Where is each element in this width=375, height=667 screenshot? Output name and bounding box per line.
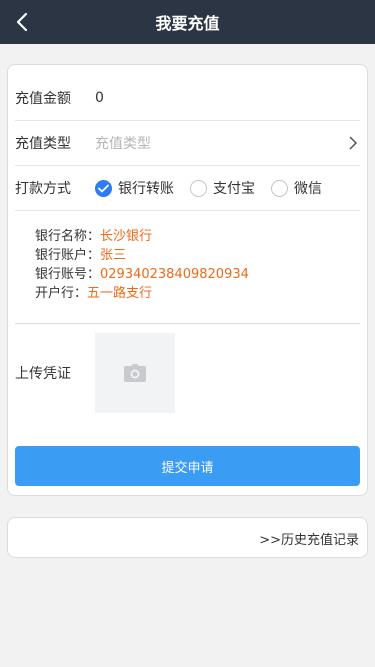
payment-option-label: 微信 bbox=[294, 181, 322, 197]
radio-checked[interactable] bbox=[95, 179, 112, 197]
top-navbar: 我要充值 bbox=[0, 0, 375, 44]
bank-account-number-value: 029340238409820934 bbox=[100, 267, 249, 282]
back-arrow-icon bbox=[16, 12, 28, 32]
recharge-type-label: 充值类型 bbox=[15, 136, 71, 152]
payment-option-wechat[interactable]: 微信 bbox=[271, 178, 322, 198]
divider bbox=[15, 323, 360, 324]
radio-unchecked[interactable] bbox=[190, 179, 207, 197]
bank-branch-label: 开户行： bbox=[35, 286, 88, 301]
camera-icon bbox=[124, 364, 146, 382]
bank-account-name-label: 银行账户： bbox=[35, 248, 101, 263]
upload-voucher-button[interactable] bbox=[95, 333, 175, 413]
page-title: 我要充值 bbox=[155, 14, 220, 33]
chevron-right-icon bbox=[349, 136, 358, 150]
payment-option-label: 银行转账 bbox=[118, 181, 174, 197]
recharge-type-row[interactable]: 充值类型 充值类型 bbox=[15, 121, 360, 166]
bank-account-name-value: 张三 bbox=[100, 248, 127, 263]
bank-branch-value: 五一路支行 bbox=[87, 286, 153, 301]
upload-label: 上传凭证 bbox=[15, 366, 71, 382]
bank-info: 银行名称：长沙银行 银行账户：张三 银行账号：02934023840982093… bbox=[35, 227, 249, 303]
bank-branch-line: 开户行：五一路支行 bbox=[35, 284, 249, 303]
payment-option-label: 支付宝 bbox=[213, 181, 255, 197]
bank-name-label: 银行名称： bbox=[35, 229, 101, 244]
payment-option-alipay[interactable]: 支付宝 bbox=[190, 178, 255, 198]
bank-account-name-line: 银行账户：张三 bbox=[35, 246, 249, 265]
recharge-history-link[interactable]: >>历史充值记录 bbox=[259, 529, 359, 548]
bank-name-line: 银行名称：长沙银行 bbox=[35, 227, 249, 246]
recharge-type-select[interactable]: 充值类型 bbox=[95, 133, 360, 153]
payment-method-label: 打款方式 bbox=[15, 181, 71, 197]
submit-button[interactable]: 提交申请 bbox=[15, 446, 360, 486]
back-button[interactable] bbox=[10, 8, 34, 36]
bank-name-value: 长沙银行 bbox=[100, 229, 153, 244]
radio-unchecked[interactable] bbox=[271, 179, 288, 197]
bank-account-number-label: 银行账号： bbox=[35, 267, 101, 282]
bank-account-number-line: 银行账号：029340238409820934 bbox=[35, 265, 249, 284]
amount-row[interactable]: 充值金额 0 bbox=[15, 76, 360, 121]
amount-label: 充值金额 bbox=[15, 91, 71, 107]
upload-row: 上传凭证 bbox=[15, 333, 71, 413]
payment-option-bank[interactable]: 银行转账 bbox=[95, 178, 174, 198]
payment-method-row: 打款方式 银行转账 支付宝 微信 bbox=[15, 166, 360, 211]
history-card: >>历史充值记录 bbox=[7, 517, 368, 558]
amount-value[interactable]: 0 bbox=[95, 90, 104, 106]
recharge-form-card: 充值金额 0 充值类型 充值类型 打款方式 银行转账 支付宝 微信 银行名称：长… bbox=[7, 64, 368, 496]
check-icon bbox=[98, 184, 109, 192]
